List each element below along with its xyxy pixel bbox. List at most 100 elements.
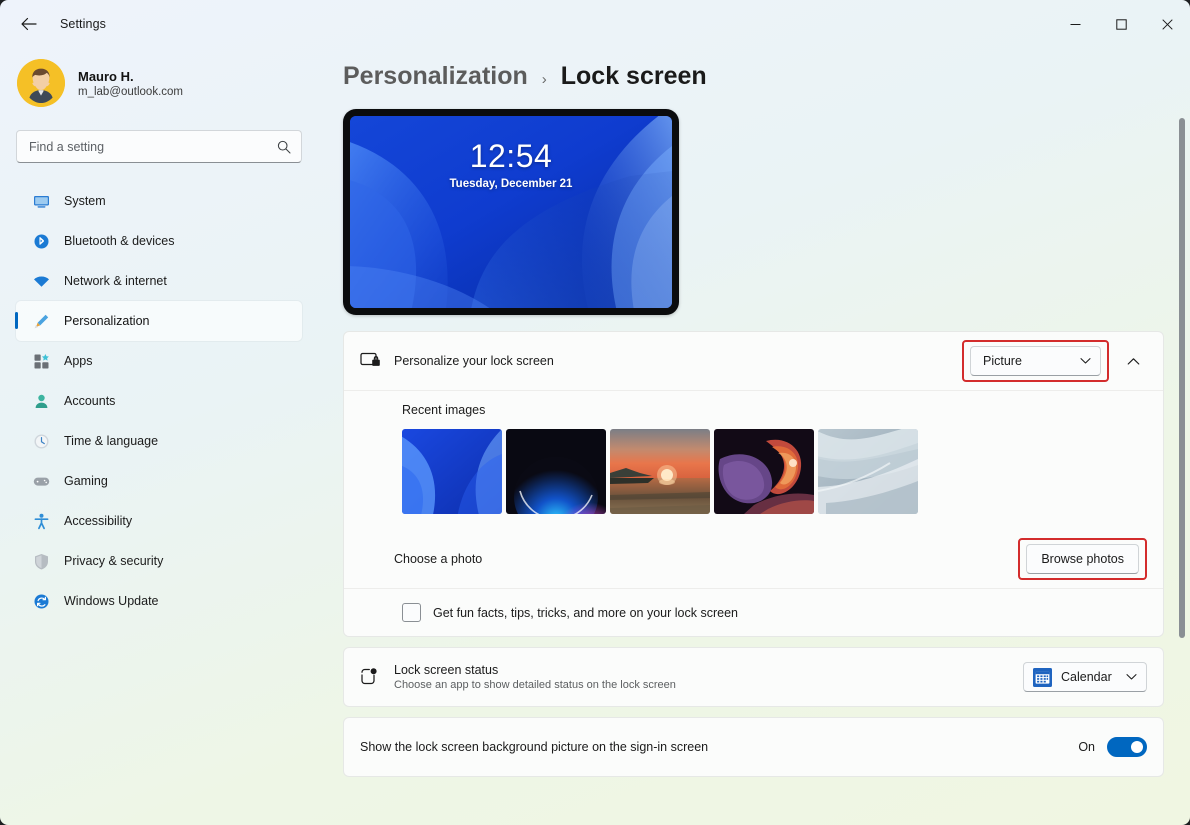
choose-photo-controls: Browse photos [1018,538,1147,580]
blue-bloom-wallpaper [402,429,502,514]
recent-images-label: Recent images [402,403,486,417]
maximize-button[interactable] [1098,0,1144,48]
thumbnail-blue-bloom[interactable] [402,429,502,514]
settings-window: Settings Mauro H. m_lab@outlook.com Find… [0,0,1190,825]
sidebar-item-network-internet[interactable]: Network & internet [16,261,302,301]
monitor-lock-icon [360,351,394,371]
sidebar-item-label: Personalization [64,314,150,328]
sidebar-item-label: Gaming [64,474,108,488]
sidebar-item-apps[interactable]: Apps [16,341,302,381]
personalize-dropdown-value: Picture [983,354,1022,368]
fun-facts-checkbox[interactable] [402,603,421,622]
dark-glow-wallpaper [506,429,606,514]
minimize-button[interactable] [1052,0,1098,48]
thumbnail-purple-flow[interactable] [714,429,814,514]
wifi-icon [32,272,50,290]
thumbnail-dark-glow[interactable] [506,429,606,514]
breadcrumb: Personalization › Lock screen [326,48,1164,91]
lock-screen-status-card: Lock screen status Choose an app to show… [343,647,1164,707]
fun-facts-label[interactable]: Get fun facts, tips, tricks, and more on… [433,606,738,620]
notification-badge-icon [360,667,394,687]
search-input[interactable] [29,139,277,154]
scrollbar-thumb[interactable] [1179,118,1185,638]
sidebar-item-label: Accounts [64,394,116,408]
avatar-illustration-icon [17,59,65,107]
paintbrush-icon [32,312,50,330]
account-name: Mauro H. [78,68,134,84]
sidebar-item-system[interactable]: System [16,181,302,221]
chevron-down-icon [1080,358,1091,364]
title-bar: Settings [0,0,1190,48]
signin-background-label: Show the lock screen background picture … [360,740,709,754]
gamepad-icon [32,472,50,490]
toggle-knob [1131,741,1143,753]
account-block[interactable]: Mauro H. m_lab@outlook.com [16,48,302,110]
sidebar-item-privacy-security[interactable]: Privacy & security [16,541,302,581]
lock-screen-status-subtitle: Choose an app to show detailed status on… [394,679,676,691]
update-icon [32,592,50,610]
thumbnail-sunset-lake[interactable] [610,429,710,514]
avatar [17,59,65,107]
monitor-lock-glyph-icon [360,352,380,366]
lock-screen-status-text: Lock screen status Choose an app to show… [394,663,1023,691]
close-icon [1161,18,1173,30]
page-title: Lock screen [560,62,707,90]
sidebar-nav: System Bluetooth & devices Network & int… [15,181,302,621]
sidebar-item-bluetooth-devices[interactable]: Bluetooth & devices [16,221,302,261]
choose-photo-row: Choose a photo Browse photos [344,530,1163,588]
sidebar-item-label: Windows Update [64,594,159,608]
lock-screen-preview: 12:54 Tuesday, December 21 [350,116,672,308]
personalize-text: Personalize your lock screen [394,354,962,368]
preview-date: Tuesday, December 21 [449,178,573,190]
maximize-icon [1115,18,1127,30]
lock-screen-status-controls: Calendar [1023,662,1147,692]
close-button[interactable] [1144,0,1190,48]
back-button[interactable] [12,9,46,39]
personalize-row: Personalize your lock screen Picture [344,332,1163,390]
personalize-title: Personalize your lock screen [394,354,554,368]
window-controls [1052,0,1190,48]
sidebar-item-personalization[interactable]: Personalization [15,301,302,341]
settings-cards: Personalize your lock screen Picture Rec… [326,315,1164,777]
chevron-up-icon [1127,357,1139,365]
lock-screen-status-value: Calendar [1061,670,1112,684]
calendar-icon [1033,667,1052,687]
purple-flow-wallpaper [714,429,814,514]
chevron-down-icon [1126,674,1137,680]
sidebar-item-label: Apps [64,354,93,368]
recent-images-list [402,429,1147,514]
sidebar-item-label: Time & language [64,434,159,448]
breadcrumb-parent[interactable]: Personalization [343,62,528,91]
app-title: Settings [60,17,106,31]
content-scrollbar[interactable] [1179,118,1185,638]
personalize-dropdown[interactable]: Picture [970,346,1101,376]
picture-dropdown-highlight: Picture [962,340,1109,382]
browse-photos-button[interactable]: Browse photos [1026,544,1139,574]
minimize-icon [1070,23,1080,25]
lock-screen-status-title: Lock screen status [394,663,499,677]
sidebar-item-windows-update[interactable]: Windows Update [16,581,302,621]
sidebar-item-gaming[interactable]: Gaming [16,461,302,501]
account-email: m_lab@outlook.com [78,85,183,98]
signin-background-toggle[interactable] [1107,737,1147,757]
browse-photos-highlight: Browse photos [1018,538,1147,580]
apps-icon [32,352,50,370]
personalize-collapse-button[interactable] [1119,347,1147,375]
sidebar-item-accounts[interactable]: Accounts [16,381,302,421]
signin-background-row: Show the lock screen background picture … [344,718,1163,776]
lock-screen-preview-wrap: 12:54 Tuesday, December 21 [326,91,1164,315]
clock-icon [32,432,50,450]
signin-background-controls: On [1078,737,1147,757]
sidebar-item-accessibility[interactable]: Accessibility [16,501,302,541]
fun-facts-row: Get fun facts, tips, tricks, and more on… [344,588,1163,636]
search-box[interactable] [16,130,302,163]
lock-screen-status-row: Lock screen status Choose an app to show… [344,648,1163,706]
sidebar-item-label: Accessibility [64,514,133,528]
sidebar-item-time-language[interactable]: Time & language [16,421,302,461]
monitor-icon [32,192,50,210]
lock-screen-status-dropdown[interactable]: Calendar [1023,662,1147,692]
thumbnail-light-bloom[interactable] [818,429,918,514]
breadcrumb-separator: › [541,71,547,88]
sidebar-item-label: Bluetooth & devices [64,234,175,248]
notification-badge-glyph-icon [361,668,377,685]
